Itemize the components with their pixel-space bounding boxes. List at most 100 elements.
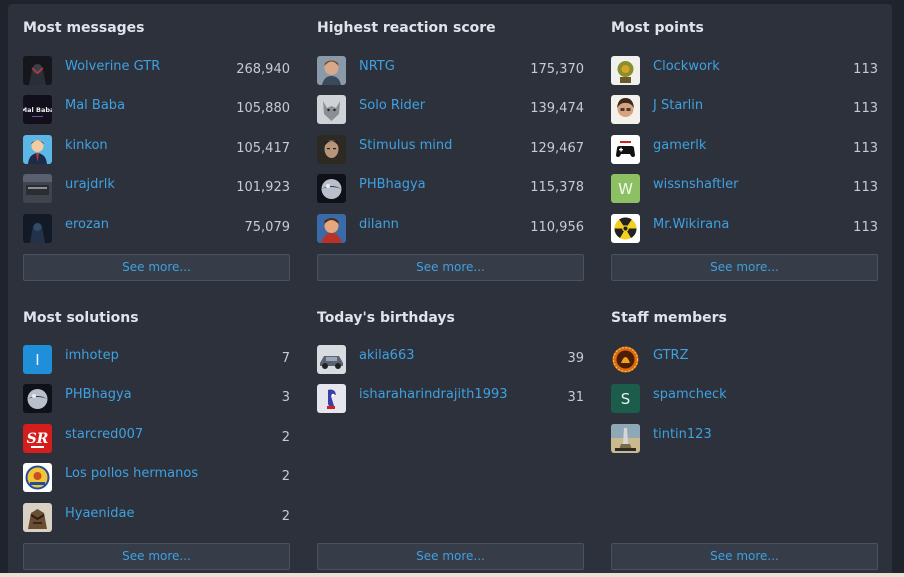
solutions-count: 2	[281, 430, 290, 445]
username-link[interactable]: Hyaenidae	[65, 506, 135, 522]
member-row: J Starlin 113	[611, 95, 878, 125]
member-row: erozan 75,079	[23, 214, 290, 244]
avatar-imhotep[interactable]: I	[23, 345, 52, 374]
points-count: 113	[853, 220, 878, 235]
avatar-isharaharindrajith1993[interactable]	[317, 384, 346, 413]
avatar-wissnshaftler[interactable]: W	[611, 174, 640, 203]
username-link[interactable]: J Starlin	[653, 98, 703, 114]
username-link[interactable]: NRTG	[359, 59, 395, 75]
todays-birthdays-block: Today's birthdays akila663 39 isharahari…	[317, 308, 584, 573]
username-link[interactable]: gamerlk	[653, 138, 706, 154]
username-link[interactable]: urajdrlk	[65, 177, 115, 193]
username-link[interactable]: Wolverine GTR	[65, 59, 160, 75]
reaction-score: 110,956	[530, 220, 584, 235]
member-row: NRTG 175,370	[317, 56, 584, 86]
member-row: Los pollos hermanos 2	[23, 463, 290, 493]
points-count: 113	[853, 101, 878, 116]
member-row: Mal Baba Mal Baba 105,880	[23, 95, 290, 125]
highest-reaction-score-block: Highest reaction score NRTG 175,370 Solo…	[317, 18, 584, 283]
avatar-nrtg[interactable]	[317, 56, 346, 85]
message-count: 75,079	[244, 220, 291, 235]
username-link[interactable]: starcred007	[65, 427, 143, 443]
age: 31	[567, 390, 584, 405]
avatar-urajdrlk[interactable]	[23, 174, 52, 203]
member-row: tintin123	[611, 424, 878, 454]
username-link[interactable]: Los pollos hermanos	[65, 466, 198, 482]
block-title: Most points	[611, 20, 704, 36]
avatar-j-starlin[interactable]	[611, 95, 640, 124]
most-points-block: Most points Clockwork 113 J Starlin 113 …	[611, 18, 878, 283]
username-link[interactable]: Stimulus mind	[359, 138, 452, 154]
member-row: dilann 110,956	[317, 214, 584, 244]
member-row: PHBhagya 115,378	[317, 174, 584, 204]
see-more-button[interactable]: See more...	[23, 254, 290, 281]
reaction-score: 129,467	[530, 141, 584, 156]
message-count: 268,940	[236, 62, 290, 77]
avatar-dilann[interactable]	[317, 214, 346, 243]
avatar-tintin123[interactable]	[611, 424, 640, 453]
avatar-kinkon[interactable]	[23, 135, 52, 164]
username-link[interactable]: Mr.Wikirana	[653, 217, 729, 233]
member-row: GTRZ	[611, 345, 878, 375]
username-link[interactable]: PHBhagya	[65, 387, 132, 403]
see-more-button[interactable]: See more...	[317, 543, 584, 570]
username-link[interactable]: wissnshaftler	[653, 177, 738, 193]
avatar-los-pollos-hermanos[interactable]	[23, 463, 52, 492]
see-more-button[interactable]: See more...	[23, 543, 290, 570]
see-more-button[interactable]: See more...	[317, 254, 584, 281]
member-row: Stimulus mind 129,467	[317, 135, 584, 165]
avatar-gtrz[interactable]	[611, 345, 640, 374]
member-row: Wolverine GTR 268,940	[23, 56, 290, 86]
username-link[interactable]: tintin123	[653, 427, 712, 443]
most-messages-block: Most messages Wolverine GTR 268,940 Mal …	[23, 18, 290, 283]
avatar-akila663[interactable]	[317, 345, 346, 374]
member-row: Hyaenidae 2	[23, 503, 290, 533]
solutions-count: 7	[281, 351, 290, 366]
member-row: PHBhagya 3	[23, 384, 290, 414]
username-link[interactable]: PHBhagya	[359, 177, 426, 193]
member-row: W wissnshaftler 113	[611, 174, 878, 204]
avatar-spamcheck[interactable]: S	[611, 384, 640, 413]
username-link[interactable]: Clockwork	[653, 59, 720, 75]
avatar-text: SR	[27, 431, 49, 447]
points-count: 113	[853, 180, 878, 195]
avatar-clockwork[interactable]	[611, 56, 640, 85]
most-solutions-block: Most solutions I imhotep 7 PHBhagya 3 SR…	[23, 308, 290, 573]
username-link[interactable]: erozan	[65, 217, 109, 233]
avatar-text: Mal Baba	[23, 106, 52, 114]
block-title: Most messages	[23, 20, 145, 36]
member-row: Clockwork 113	[611, 56, 878, 86]
avatar-wolverine-gtr[interactable]	[23, 56, 52, 85]
block-title: Highest reaction score	[317, 20, 496, 36]
username-link[interactable]: kinkon	[65, 138, 108, 154]
avatar-stimulus-mind[interactable]	[317, 135, 346, 164]
points-count: 113	[853, 141, 878, 156]
message-count: 105,880	[236, 101, 290, 116]
username-link[interactable]: imhotep	[65, 348, 119, 364]
see-more-button[interactable]: See more...	[611, 254, 878, 281]
username-link[interactable]: Solo Rider	[359, 98, 425, 114]
avatar-gamerlk[interactable]	[611, 135, 640, 164]
avatar-solo-rider[interactable]	[317, 95, 346, 124]
username-link[interactable]: isharaharindrajith1993	[359, 387, 508, 403]
avatar-starcred007[interactable]: SR	[23, 424, 52, 453]
reaction-score: 175,370	[530, 62, 584, 77]
avatar-letter: S	[621, 390, 631, 408]
username-link[interactable]: Mal Baba	[65, 98, 125, 114]
avatar-hyaenidae[interactable]	[23, 503, 52, 532]
username-link[interactable]: GTRZ	[653, 348, 689, 364]
avatar-mr-wikirana[interactable]	[611, 214, 640, 243]
block-title: Most solutions	[23, 310, 139, 326]
member-row: akila663 39	[317, 345, 584, 375]
username-link[interactable]: spamcheck	[653, 387, 727, 403]
block-title: Staff members	[611, 310, 727, 326]
avatar-phbhagya[interactable]	[23, 384, 52, 413]
avatar-erozan[interactable]	[23, 214, 52, 243]
solutions-count: 3	[281, 390, 290, 405]
see-more-button[interactable]: See more...	[611, 543, 878, 570]
username-link[interactable]: akila663	[359, 348, 415, 364]
avatar-mal-baba[interactable]: Mal Baba	[23, 95, 52, 124]
avatar-phbhagya[interactable]	[317, 174, 346, 203]
username-link[interactable]: dilann	[359, 217, 399, 233]
member-row: SR starcred007 2	[23, 424, 290, 454]
